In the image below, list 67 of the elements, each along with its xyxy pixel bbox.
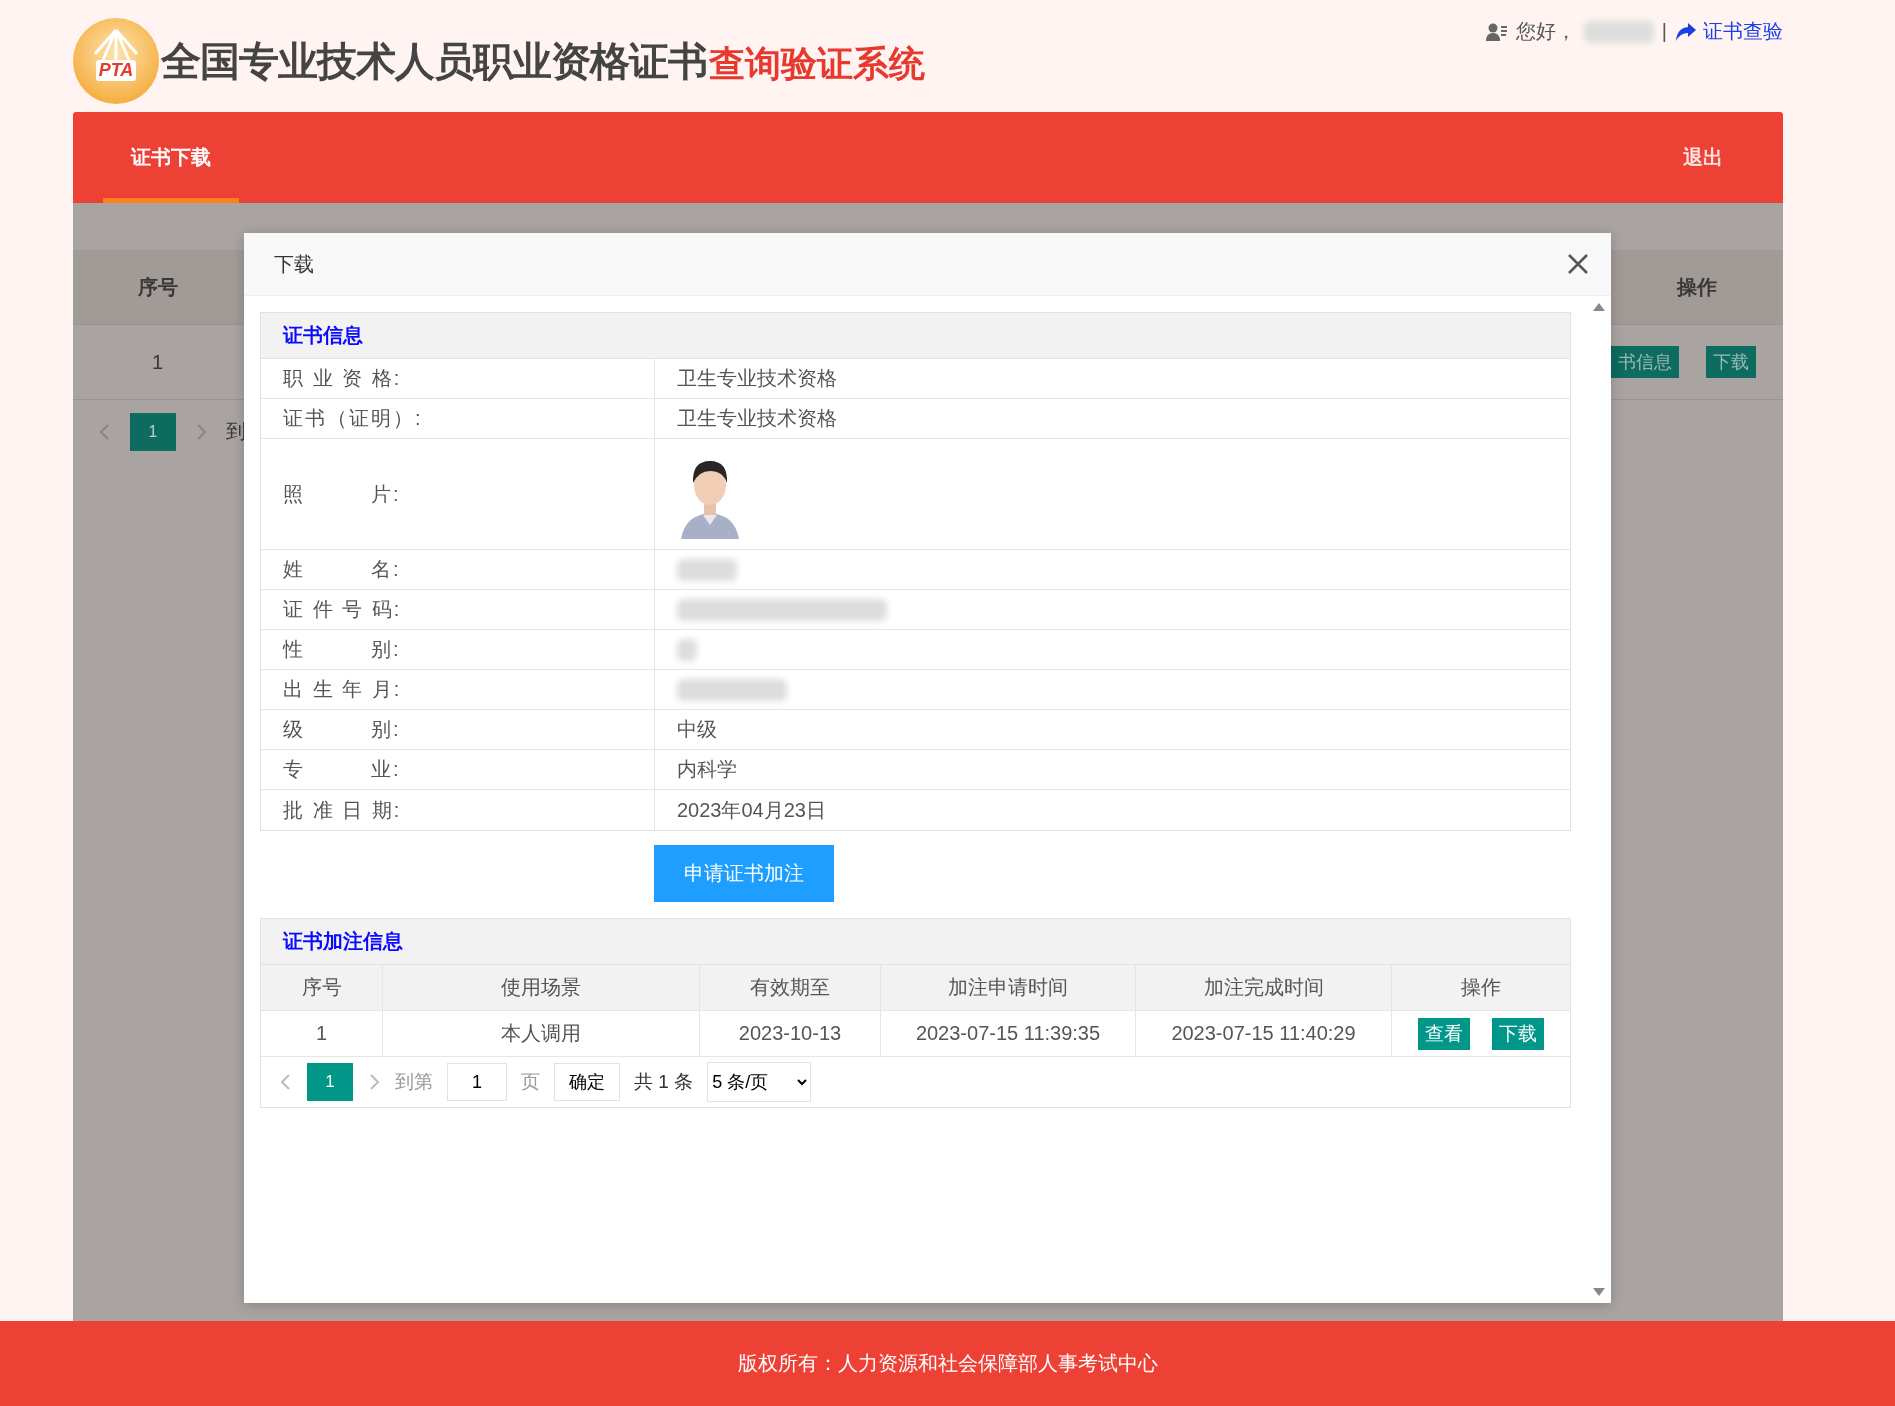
site-subtitle: 查询验证系统 <box>709 41 925 86</box>
share-icon <box>1675 21 1697 42</box>
section-title: 证书信息 <box>283 323 363 348</box>
field-label: 批 准 日 期: <box>282 797 403 823</box>
field-label: 照 片: <box>282 481 402 507</box>
confirm-button[interactable]: 确定 <box>554 1063 620 1101</box>
field-label: 职 业 资 格: <box>282 366 403 391</box>
verify-link[interactable]: 证书查验 <box>1675 18 1783 45</box>
field-label: 姓 名: <box>282 557 402 582</box>
field-value: 内科学 <box>677 757 737 782</box>
column-header: 操作 <box>1391 965 1570 1010</box>
field-label: 专 业: <box>282 757 402 782</box>
goto-label: 到 <box>226 419 246 444</box>
copyright-text: 版权所有：人力资源和社会保障部人事考试中心 <box>737 1351 1158 1376</box>
action-button[interactable]: 下载 <box>1706 346 1756 378</box>
next-page-icon[interactable] <box>367 1072 381 1092</box>
page-size-select[interactable]: 5 条/页 <box>707 1062 812 1102</box>
field-value: 卫生专业技术资格 <box>677 366 837 391</box>
table-cell-text: 1 <box>314 1021 329 1046</box>
section-title: 证书加注信息 <box>283 929 403 954</box>
greeting: 您好， <box>1515 19 1576 44</box>
field-label: 级 别: <box>282 717 402 742</box>
table-cell: 1 <box>151 350 164 374</box>
action-button[interactable]: 书信息 <box>1611 346 1679 378</box>
column-header: 加注申请时间 <box>880 965 1135 1010</box>
table-cell: 2023-07-15 11:39:35 <box>880 1011 1135 1056</box>
page-input[interactable]: 1 <box>447 1063 507 1101</box>
dialog-title: 下载 <box>274 251 314 277</box>
table-cell: 2023-07-15 11:40:29 <box>1135 1011 1391 1056</box>
next-page-icon[interactable] <box>194 421 208 442</box>
column-header: 使用场景 <box>382 965 699 1010</box>
close-icon[interactable] <box>1567 253 1589 275</box>
sunburst-icon <box>91 28 141 62</box>
apply-button[interactable]: 申请证书加注 <box>654 845 834 902</box>
field-value: 2023年04月23日 <box>677 797 826 823</box>
site-title: 全国专业技术人员职业资格证书 <box>161 37 707 85</box>
column-header: 序号 <box>300 975 343 1000</box>
scroll-up-icon[interactable] <box>1592 302 1606 312</box>
field-label: 出 生 年 月: <box>282 677 403 702</box>
logo-text: PTA <box>95 59 137 81</box>
goto-label: 到第 <box>395 1070 433 1094</box>
scroll-down-icon[interactable] <box>1592 1287 1606 1297</box>
field-label: 性 别: <box>281 637 402 662</box>
user-icon <box>1485 22 1508 41</box>
field-label: 证 件 号 码: <box>282 597 403 622</box>
separator: | <box>1661 20 1667 43</box>
table-cell: 2023-10-13 <box>699 1011 880 1056</box>
blurred-text <box>677 638 697 661</box>
prev-page-icon[interactable] <box>279 1072 293 1092</box>
column-header: 加注完成时间 <box>1135 965 1391 1010</box>
page-button[interactable]: 1 <box>307 1063 353 1101</box>
action-button[interactable]: 查看 <box>1418 1017 1470 1050</box>
field-value: 卫生专业技术资格 <box>677 406 837 431</box>
column-header: 操作 <box>1677 274 1717 300</box>
total-count: 共 1 条 <box>634 1070 694 1094</box>
page-button[interactable]: 1 <box>130 412 176 451</box>
action-button[interactable]: 下载 <box>1492 1017 1544 1050</box>
column-header: 序号 <box>137 274 178 300</box>
field-label: 证书（证明）: <box>282 406 424 431</box>
blurred-text <box>1583 20 1654 43</box>
table-cell: 本人调用 <box>382 1011 699 1056</box>
blurred-text <box>677 558 737 581</box>
prev-page-icon[interactable] <box>98 421 112 442</box>
field-value: 中级 <box>677 717 717 742</box>
page-unit: 页 <box>521 1070 540 1094</box>
column-header: 有效期至 <box>699 965 880 1010</box>
logout-link[interactable]: 退出 <box>1683 144 1723 171</box>
